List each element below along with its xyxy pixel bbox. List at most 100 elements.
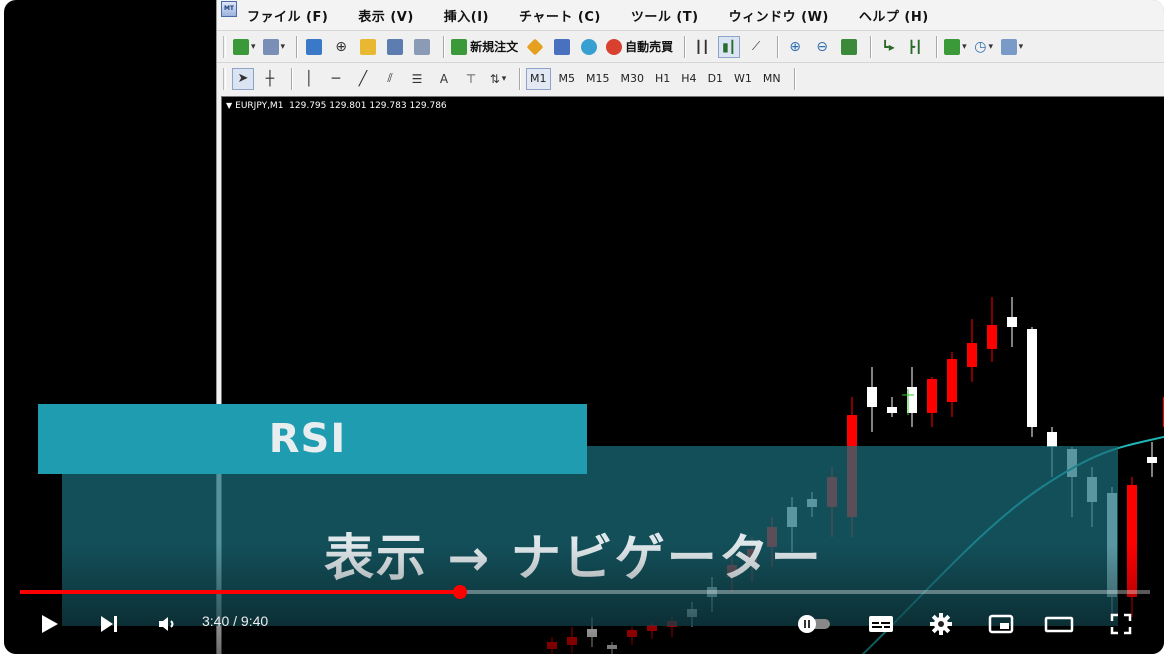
tile-windows-icon	[841, 38, 858, 55]
channel-icon: ⫽	[387, 71, 393, 85]
new-order-button[interactable]: 新規注文	[450, 36, 519, 58]
tester-icon	[414, 38, 431, 55]
menu-window[interactable]: ウィンドウ (W)	[729, 6, 829, 25]
strategy-tester-button[interactable]	[411, 36, 433, 58]
time-display: 3:40 / 9:40	[202, 613, 269, 629]
next-button[interactable]	[94, 610, 124, 638]
text-label-button[interactable]: ⊤	[460, 68, 482, 90]
zoom-out-button[interactable]: ⊖	[811, 36, 833, 58]
tf-m30[interactable]: M30	[618, 68, 648, 90]
text-tool-icon: A	[439, 71, 449, 86]
profiles-button[interactable]: ▾	[262, 36, 287, 58]
profiles-icon	[262, 38, 279, 55]
metaeditor-icon	[526, 38, 544, 55]
indicators-button[interactable]: ▾	[943, 36, 968, 58]
equidistant-channel-button[interactable]: ⫽	[379, 68, 401, 90]
periods-button[interactable]: ◷ ▾	[973, 36, 995, 58]
chart-shift-button[interactable]: ┣┃	[904, 36, 926, 58]
menu-insert[interactable]: 挿入(I)	[444, 6, 489, 25]
signals-icon	[554, 38, 571, 55]
candle-body	[887, 407, 897, 413]
volume-icon	[159, 617, 174, 631]
candle-body	[1147, 457, 1157, 463]
tf-mn[interactable]: MN	[760, 68, 784, 90]
zoom-in-button[interactable]: ⊕	[784, 36, 806, 58]
toolbar-grip[interactable]	[223, 35, 226, 58]
cursor-button[interactable]: ➤	[232, 67, 254, 90]
candlestick-button[interactable]: ▮┃	[718, 35, 741, 58]
market-watch-button[interactable]	[303, 36, 325, 58]
video-player[interactable]: MT ファイル (F) 表示 (V) 挿入(I) チャート (C) ツール (T…	[4, 0, 1164, 654]
new-chart-button[interactable]: ▾	[232, 36, 257, 58]
menu-chart[interactable]: チャート (C)	[519, 6, 601, 25]
menu-bar: MT ファイル (F) 表示 (V) 挿入(I) チャート (C) ツール (T…	[217, 0, 1164, 30]
crosshair-icon: ⊕	[335, 38, 347, 55]
play-icon	[42, 615, 58, 633]
trendline-button[interactable]: ╱	[352, 68, 374, 90]
market-watch-icon	[306, 38, 323, 55]
menu-file[interactable]: ファイル (F)	[247, 6, 328, 25]
horizontal-line-button[interactable]: ─	[325, 68, 347, 90]
bar-chart-button[interactable]: ┃┃	[691, 36, 713, 58]
standard-toolbar: ▾ ▾ ⊕ 新規注文 自動売買 ┃┃ ▮┃ ⟋ ⊕ ⊖ ┗▸ ┣┃ ▾ ◷ ▾ …	[217, 30, 1164, 62]
settings-button[interactable]	[924, 610, 958, 638]
fibonacci-button[interactable]: ☰	[406, 68, 428, 90]
tf-m5[interactable]: M5	[556, 68, 579, 90]
volume-button[interactable]	[152, 610, 182, 638]
fullscreen-button[interactable]	[1104, 610, 1138, 638]
zoom-in-icon: ⊕	[789, 38, 801, 55]
zoom-out-icon: ⊖	[816, 38, 828, 55]
theater-icon	[1044, 616, 1074, 633]
text-button[interactable]: A	[433, 68, 455, 90]
line-chart-button[interactable]: ⟋	[745, 36, 767, 58]
templates-button[interactable]: ▾	[1000, 36, 1025, 58]
line-chart-icon: ⟋	[751, 39, 761, 53]
candle-body	[1007, 317, 1017, 327]
signals-button[interactable]	[551, 36, 573, 58]
miniplayer-icon	[988, 614, 1014, 634]
auto-trading-button[interactable]: 自動売買	[605, 36, 674, 58]
vertical-line-button[interactable]: │	[298, 68, 320, 90]
data-window-button[interactable]: ⊕	[330, 36, 352, 58]
tf-w1[interactable]: W1	[731, 68, 755, 90]
menu-help[interactable]: ヘルプ (H)	[859, 6, 929, 25]
autoplay-toggle[interactable]	[792, 610, 836, 638]
candle-body	[967, 343, 977, 367]
navigator-button[interactable]	[357, 36, 379, 58]
market-button[interactable]	[578, 36, 600, 58]
miniplayer-button[interactable]	[984, 610, 1018, 638]
crosshair-tool-icon: ┼	[265, 70, 275, 87]
play-button[interactable]	[34, 610, 64, 638]
progress-scrubber[interactable]	[452, 585, 467, 599]
tf-h1[interactable]: H1	[652, 68, 673, 90]
auto-scroll-button[interactable]: ┗▸	[877, 36, 899, 58]
arrows-button[interactable]: ⇅ ▾	[487, 68, 509, 90]
crosshair-button[interactable]: ┼	[259, 68, 281, 90]
candlestick-icon: ▮┃	[722, 39, 736, 54]
menu-tools[interactable]: ツール (T)	[631, 6, 699, 25]
progress-bar[interactable]	[20, 585, 1150, 599]
toolbar-grip-2[interactable]	[223, 67, 226, 90]
rsi-banner: RSI	[38, 404, 587, 474]
menu-view[interactable]: 表示 (V)	[358, 6, 413, 25]
player-controls: 3:40 / 9:40	[4, 600, 1164, 650]
candle-body	[927, 379, 937, 413]
cursor-icon: ➤	[237, 71, 249, 86]
bar-chart-icon: ┃┃	[694, 39, 710, 54]
subtitles-button[interactable]	[864, 610, 898, 638]
candle-body	[947, 359, 957, 402]
terminal-button[interactable]	[384, 36, 406, 58]
theater-mode-button[interactable]	[1042, 610, 1076, 638]
candle-body	[987, 325, 997, 349]
fullscreen-icon	[1110, 613, 1132, 635]
tf-m1[interactable]: M1	[526, 67, 551, 90]
tf-m15[interactable]: M15	[583, 68, 613, 90]
tf-d1[interactable]: D1	[705, 68, 726, 90]
fibonacci-icon: ☰	[411, 71, 423, 86]
chart-shift-icon: ┣┃	[907, 39, 923, 54]
progress-played	[20, 590, 460, 594]
metaeditor-button[interactable]	[524, 36, 546, 58]
tf-h4[interactable]: H4	[678, 68, 699, 90]
indicators-icon	[944, 38, 961, 55]
tile-windows-button[interactable]	[838, 36, 860, 58]
